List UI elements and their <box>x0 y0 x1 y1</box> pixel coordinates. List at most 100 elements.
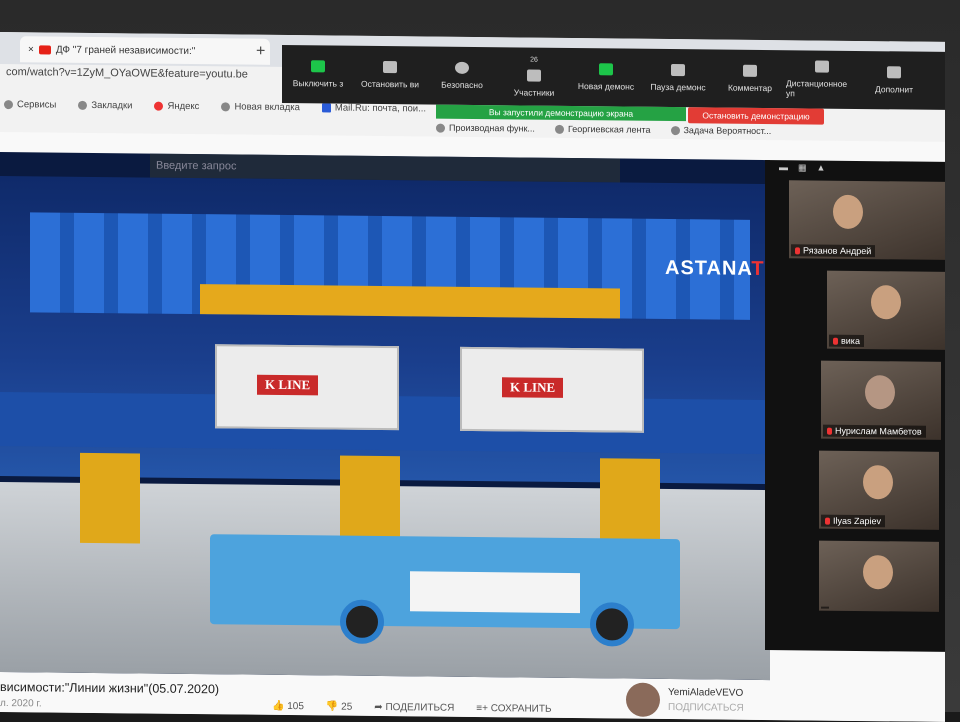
new-share-button[interactable]: Новая демонс <box>570 48 642 107</box>
remote-control-button[interactable]: Дистанционное уп <box>786 50 858 109</box>
bookmark-item[interactable]: Сервисы <box>4 94 56 115</box>
security-button[interactable]: Безопасно <box>426 46 498 105</box>
participant-video <box>871 285 901 320</box>
subscribe-label[interactable]: ПОДПИСАТЬСЯ <box>668 702 744 714</box>
participant-tile[interactable]: вика <box>827 270 945 350</box>
bookmark-item[interactable]: Производная функ... <box>436 123 535 134</box>
grid-icon[interactable]: ▦ <box>798 162 807 173</box>
muted-mic-icon <box>833 337 838 345</box>
participant-name <box>821 606 829 609</box>
save-label: СОХРАНИТЬ <box>490 703 552 715</box>
thumbs-down-icon: 👎 <box>325 701 339 713</box>
bookmark-label: Закладки <box>91 99 133 111</box>
muted-mic-icon <box>795 246 800 254</box>
stop-video-button[interactable]: Остановить ви <box>354 46 426 105</box>
container-label: K LINE <box>257 374 319 396</box>
gallery-view-controls[interactable]: ▬ ▦ ▲ <box>779 162 825 173</box>
mute-button[interactable]: Выключить з <box>282 45 354 104</box>
automated-vehicle <box>210 534 680 647</box>
participant-name: вика <box>829 334 864 348</box>
button-label: Новая демонс <box>577 81 635 92</box>
like-button[interactable]: 👍 105 <box>272 701 304 712</box>
channel-watermark: ASTANATV <box>665 257 770 281</box>
wheel <box>340 599 384 645</box>
bookmark-item[interactable]: Яндекс <box>154 96 199 116</box>
dislike-button[interactable]: 👎 25 <box>326 701 352 712</box>
participant-video <box>863 465 893 500</box>
bookmark-item[interactable]: Задача Вероятност... <box>670 125 772 137</box>
participant-tile[interactable]: Рязанов Андрей <box>789 180 945 260</box>
bookmark-label: Георгиевская лента <box>567 123 651 135</box>
watermark-text: ASTANA <box>665 256 752 280</box>
video-actions: 👍 105 👎 25 ➦ ПОДЕЛИТЬСЯ ≡+ СОХРАНИТЬ <box>272 701 552 715</box>
muted-mic-icon <box>825 517 830 525</box>
recommended-channel[interactable]: YemiAlade​VEVO ПОДПИСАТЬСЯ <box>626 682 744 718</box>
save-button[interactable]: ≡+ СОХРАНИТЬ <box>476 703 551 715</box>
youtube-icon <box>38 44 51 55</box>
shipping-container: K LINE <box>215 344 399 431</box>
minimize-icon[interactable]: ▬ <box>779 162 788 173</box>
bookmark-label: Производная функ... <box>449 122 535 134</box>
participant-tile[interactable]: Ilyas Zapiev <box>819 450 939 530</box>
participants-count: 26 <box>530 56 538 64</box>
button-label: Пауза демонс <box>650 81 706 93</box>
pause-share-button[interactable]: Пауза демонс <box>642 49 714 108</box>
participant-name: Ilyas Zapiev <box>821 514 886 528</box>
participant-tile[interactable] <box>819 540 939 612</box>
video-player[interactable]: Введите запрос K LINE K LINE ASTANATV <box>0 152 770 681</box>
dislike-count: 25 <box>341 701 353 713</box>
wheel <box>590 602 634 647</box>
button-label: Комментар <box>727 82 773 94</box>
tab-title: ДФ "7 граней независимости:" <box>55 44 196 57</box>
google-icon <box>670 125 680 135</box>
participant-tile[interactable]: Нурислам Мамбетов <box>821 360 941 440</box>
zoom-toolbar: Выключить з Остановить ви Безопасно 26 Уч… <box>282 44 945 111</box>
shield-icon <box>455 61 469 74</box>
share-icon: ➦ <box>374 701 383 714</box>
participant-video <box>833 194 863 230</box>
vehicle-panel <box>410 571 580 614</box>
zoom-participant-gallery: ▬ ▦ ▲ Рязанов Андрей вика Нурислам Мамбето… <box>765 160 945 652</box>
thumbs-up-icon: 👍 <box>272 700 285 712</box>
video-title: висимости:"Линии жизни"(05.07.2020) <box>0 680 220 697</box>
share-banner: Вы запустили демонстрацию экрана <box>436 104 686 122</box>
button-label: Дистанционное уп <box>786 78 848 99</box>
people-icon <box>527 69 541 82</box>
share-screen-icon <box>599 63 613 76</box>
browser-tab[interactable]: × ДФ "7 граней независимости:" <box>20 36 270 65</box>
annotate-button[interactable]: Комментар <box>714 49 786 108</box>
muted-mic-icon <box>827 427 832 435</box>
pause-icon <box>671 64 685 77</box>
screen: × ДФ "7 граней независимости:" + com/wat… <box>0 32 945 722</box>
participant-name-text: Нурислам Мамбетов <box>835 425 922 437</box>
bookmark-item[interactable]: Георгиевская лента <box>554 123 651 135</box>
container-label: K LINE <box>502 377 564 398</box>
new-tab-button[interactable]: + <box>256 43 265 61</box>
microphone-icon <box>311 60 325 73</box>
bookmark-label: Сервисы <box>17 98 57 111</box>
globe-icon <box>221 101 231 111</box>
more-button[interactable]: Дополнит <box>858 51 930 110</box>
apps-icon <box>4 99 13 109</box>
mailru-icon <box>321 102 331 112</box>
stop-share-button[interactable]: Остановить демонстрацию <box>688 107 824 125</box>
bookmark-label: Задача Вероятност... <box>683 125 772 137</box>
scroll-up-icon[interactable]: ▲ <box>817 163 826 174</box>
video-date: л. 2020 г. <box>0 698 42 710</box>
button-label: Безопасно <box>441 79 483 91</box>
yandex-icon <box>154 101 164 111</box>
participants-button[interactable]: 26 Участники <box>498 47 570 106</box>
participant-name-text: вика <box>841 335 860 347</box>
participant-name-text: Ilyas Zapiev <box>833 515 882 527</box>
shipping-container: K LINE <box>460 346 644 433</box>
save-icon: ≡+ <box>476 702 488 715</box>
button-label: Дополнит <box>874 84 914 95</box>
button-label: Участники <box>513 86 555 98</box>
bookmark-item[interactable]: Закладки <box>78 95 132 116</box>
close-tab-icon[interactable]: × <box>28 44 34 55</box>
participant-name: Рязанов Андрей <box>791 244 876 258</box>
crane-spreader <box>200 284 620 319</box>
mouse-icon <box>815 60 829 73</box>
more-dots-icon <box>887 66 901 79</box>
globe-icon <box>554 124 564 134</box>
